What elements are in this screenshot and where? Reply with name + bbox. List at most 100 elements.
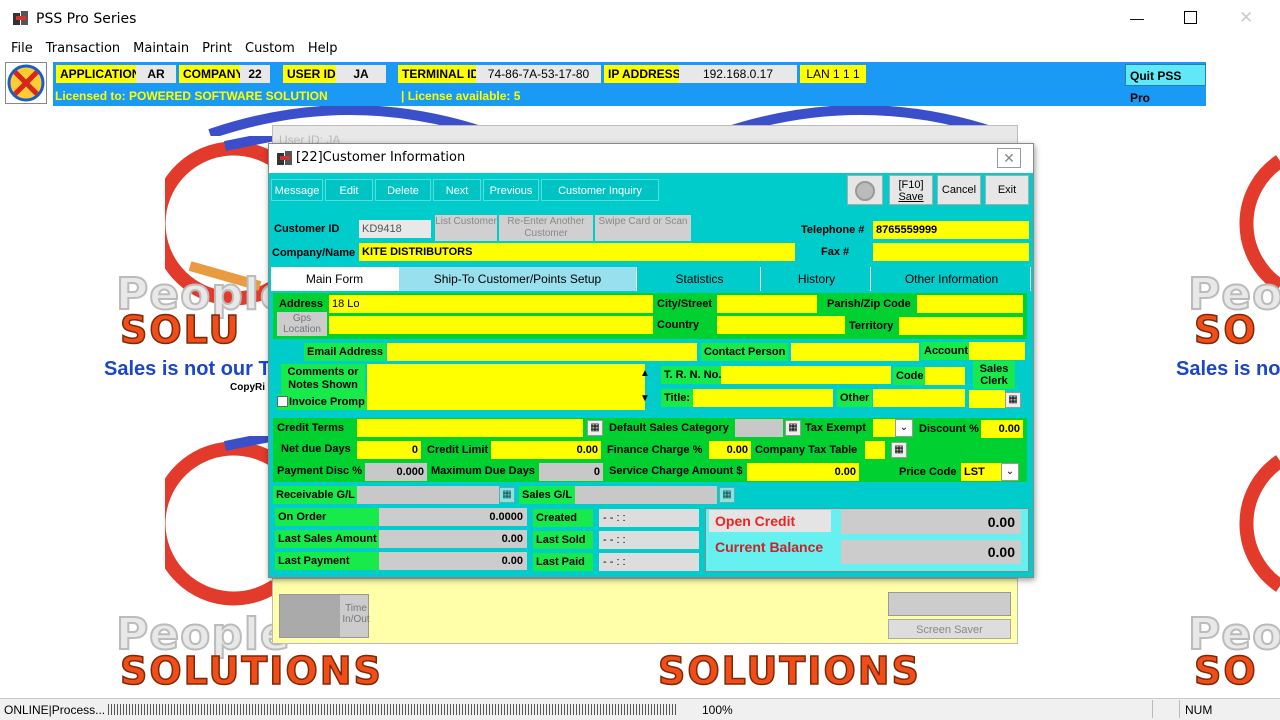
account-label: Account bbox=[921, 342, 971, 360]
price-code-dropdown-icon[interactable]: ⌄ bbox=[1001, 463, 1019, 481]
last-sold-value: - - : : bbox=[599, 531, 699, 549]
tax-exempt-dropdown-icon[interactable]: ⌄ bbox=[895, 419, 913, 437]
title-label: Title: bbox=[661, 389, 694, 407]
country-field[interactable] bbox=[717, 316, 845, 334]
background-solutions-text: SOLUTIONS bbox=[657, 648, 921, 694]
tab-main-form[interactable]: Main Form bbox=[271, 267, 399, 291]
payment-disc-field[interactable]: 0.000 bbox=[365, 463, 427, 481]
background-solutions-text: SO bbox=[1193, 307, 1258, 353]
close-icon[interactable]: ✕ bbox=[1239, 8, 1253, 28]
sales-gl-lookup-icon[interactable]: ▦ bbox=[719, 487, 735, 503]
scroll-up-icon[interactable]: ▲ bbox=[640, 368, 650, 379]
current-balance-value: 0.00 bbox=[841, 540, 1021, 564]
parish-field[interactable] bbox=[917, 295, 1023, 313]
next-button[interactable]: Next bbox=[433, 179, 481, 201]
discount-label: Discount % bbox=[919, 423, 979, 435]
time-inout-button[interactable]: Time In/Out bbox=[279, 594, 370, 638]
application-label: APPLICATION: bbox=[56, 65, 149, 83]
maximize-icon[interactable] bbox=[1184, 11, 1197, 24]
swipe-card-button[interactable]: Swipe Card or Scan bbox=[595, 215, 691, 241]
lan-indicator: LAN 1 1 1 bbox=[800, 65, 866, 83]
screen-saver-button[interactable]: Screen Saver bbox=[888, 619, 1011, 639]
tax-table-lookup-icon[interactable]: ▦ bbox=[891, 442, 907, 458]
telephone-field[interactable]: 8765559999 bbox=[873, 221, 1029, 239]
current-balance-label: Current Balance bbox=[715, 539, 824, 555]
trn-field[interactable] bbox=[721, 366, 891, 384]
tab-other-information[interactable]: Other Information bbox=[873, 267, 1031, 291]
account-field[interactable] bbox=[969, 342, 1025, 360]
menu-print[interactable]: Print bbox=[193, 38, 236, 56]
menu-maintain[interactable]: Maintain bbox=[124, 38, 193, 56]
company-tax-table-label: Company Tax Table bbox=[755, 444, 858, 456]
comments-field[interactable] bbox=[367, 364, 645, 410]
sales-clerk-lookup-icon[interactable]: ▦ bbox=[1005, 392, 1021, 408]
cancel-button[interactable]: Cancel bbox=[937, 175, 981, 205]
dialog-close-icon[interactable]: ✕ bbox=[997, 148, 1021, 168]
discount-field[interactable]: 0.00 bbox=[981, 420, 1023, 438]
customer-id-field[interactable]: KD9418 bbox=[359, 220, 431, 238]
city-field[interactable] bbox=[717, 295, 817, 313]
max-due-days-field[interactable]: 0 bbox=[539, 463, 603, 481]
price-code-field[interactable]: LST bbox=[961, 463, 1001, 481]
userid-value: JA bbox=[336, 65, 386, 83]
terminal-label: TERMINAL ID: bbox=[398, 65, 488, 83]
sales-clerk-field[interactable] bbox=[969, 390, 1005, 408]
menu-transaction[interactable]: Transaction bbox=[37, 38, 124, 56]
other-field[interactable] bbox=[873, 389, 965, 407]
email-field[interactable] bbox=[387, 343, 697, 361]
minimize-icon[interactable]: — bbox=[1130, 10, 1144, 26]
previous-button[interactable]: Previous bbox=[483, 179, 539, 201]
app-icon bbox=[12, 10, 30, 26]
credit-limit-field[interactable]: 0.00 bbox=[491, 441, 601, 459]
open-credit-label: Open Credit bbox=[709, 510, 831, 532]
scroll-down-icon[interactable]: ▼ bbox=[640, 393, 650, 404]
contact-field[interactable] bbox=[791, 343, 919, 361]
menu-help[interactable]: Help bbox=[299, 38, 342, 56]
company-name-field[interactable]: KITE DISTRIBUTORS bbox=[359, 243, 795, 261]
menu-custom[interactable]: Custom bbox=[236, 38, 299, 56]
tab-ship-to[interactable]: Ship-To Customer/Points Setup bbox=[399, 267, 637, 291]
edit-button[interactable]: Edit bbox=[325, 179, 373, 201]
message-button[interactable]: Message bbox=[271, 179, 323, 201]
list-customer-button[interactable]: List Customer bbox=[435, 215, 497, 241]
exit-button[interactable]: Exit bbox=[985, 175, 1029, 205]
tab-history[interactable]: History bbox=[763, 267, 871, 291]
default-sales-category-field[interactable] bbox=[735, 419, 783, 437]
finance-charge-label: Finance Charge % bbox=[607, 444, 703, 456]
delete-button[interactable]: Delete bbox=[375, 179, 431, 201]
invoice-prompt-checkbox[interactable] bbox=[277, 396, 288, 407]
fax-field[interactable] bbox=[873, 243, 1029, 261]
customer-inquiry-button[interactable]: Customer Inquiry bbox=[541, 179, 659, 201]
country-label: Country bbox=[657, 319, 700, 331]
code-field[interactable] bbox=[925, 367, 965, 385]
reenter-customer-button[interactable]: Re-Enter Another Customer bbox=[499, 215, 593, 241]
comments-label: Comments or Notes Shown bbox=[281, 364, 365, 394]
status-light-button[interactable] bbox=[847, 175, 883, 205]
territory-field[interactable] bbox=[899, 317, 1023, 335]
credit-terms-field[interactable] bbox=[357, 419, 583, 437]
last-sales-amount-value: 0.00 bbox=[379, 530, 527, 548]
net-due-field[interactable]: 0 bbox=[357, 441, 421, 459]
tab-statistics[interactable]: Statistics bbox=[639, 267, 761, 291]
service-charge-field[interactable]: 0.00 bbox=[747, 463, 859, 481]
background-copyright: CopyRi bbox=[230, 382, 265, 393]
title-field[interactable] bbox=[693, 389, 833, 407]
finance-charge-field[interactable]: 0.00 bbox=[709, 441, 751, 459]
tax-exempt-field[interactable] bbox=[873, 419, 895, 437]
open-credit-value: 0.00 bbox=[841, 510, 1021, 534]
address-line1-field[interactable]: 18 Lo bbox=[329, 295, 653, 313]
credit-terms-lookup-icon[interactable]: ▦ bbox=[587, 420, 603, 436]
save-key-label: [F10] bbox=[898, 179, 924, 191]
gps-location-button[interactable]: Gps Location bbox=[277, 312, 327, 336]
save-button[interactable]: [F10] Save bbox=[889, 175, 933, 205]
receivable-gl-field[interactable] bbox=[357, 486, 499, 504]
company-logo bbox=[5, 62, 47, 104]
session-info-bar: APPLICATION: AR COMPANY: 22 USER ID: JA … bbox=[53, 62, 1206, 106]
quit-button[interactable]: Quit PSS Pro bbox=[1125, 64, 1206, 105]
menu-file[interactable]: File bbox=[0, 38, 37, 56]
receivable-gl-lookup-icon[interactable]: ▦ bbox=[499, 487, 515, 503]
sales-category-lookup-icon[interactable]: ▦ bbox=[785, 420, 801, 436]
company-tax-table-field[interactable] bbox=[865, 441, 885, 459]
address-line2-field[interactable] bbox=[329, 316, 653, 334]
sales-gl-field[interactable] bbox=[575, 486, 717, 504]
